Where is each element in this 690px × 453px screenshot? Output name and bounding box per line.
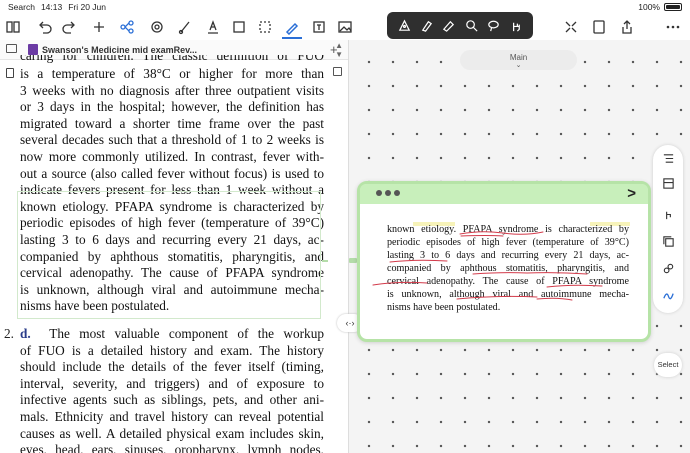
doc-line: should include the details of the fever … (20, 359, 324, 375)
redo-icon[interactable] (60, 18, 78, 36)
touch-tool-icon[interactable] (661, 207, 675, 221)
status-bar: Search 14:13 Fri 20 Jun 100% (0, 0, 690, 14)
link-connector-right (349, 258, 357, 263)
doc-line: causes as well. A detailed physical exam… (20, 425, 324, 441)
shape-icon[interactable] (462, 17, 480, 35)
hand-tool-icon[interactable] (507, 17, 525, 35)
undo-icon[interactable] (36, 18, 54, 36)
chevron-down-icon: ⌄ (515, 62, 522, 69)
doc-line: migrated toward a shorter time frame ove… (20, 115, 324, 131)
pen-icon[interactable] (283, 18, 301, 36)
document-text-item: d. The most valuable component of the wo… (20, 326, 324, 453)
doc-line: out a source (also called fever without … (20, 165, 324, 181)
active-tool-indicator (282, 37, 302, 39)
pdf-file-icon (28, 44, 38, 55)
link-connector-left (322, 260, 328, 262)
card-line: is unknown, although viral and autoimmun… (387, 289, 629, 300)
board-selector[interactable]: Main ⌄ (460, 50, 577, 70)
cut-line: caring for children. The classic definit… (20, 55, 324, 63)
bookmark-icon[interactable] (6, 68, 14, 78)
add-tab-button[interactable]: + (330, 42, 338, 57)
card-line: cervical adenopathy. The cause of PFAPA … (387, 276, 629, 287)
home-icon[interactable] (4, 18, 22, 36)
board-name: Main (509, 53, 528, 62)
doc-line: is a temperature of 38°C or higher for m… (20, 66, 324, 81)
target-icon[interactable] (148, 18, 166, 36)
doc-line: infective agents such as siblings, pets,… (20, 392, 324, 408)
excerpt-card-text: known etiology. PFAPA syndrome is charac… (387, 223, 629, 314)
card-line: lasting 3 to 6 days and recurring every … (387, 250, 629, 261)
link-icon[interactable] (661, 261, 675, 275)
brush-icon[interactable] (176, 18, 194, 36)
frame-icon[interactable] (230, 18, 248, 36)
card-menu-icon[interactable] (376, 190, 400, 196)
fountain-pen-icon[interactable] (395, 17, 413, 35)
doc-line: several decades such that a threshold of… (20, 132, 324, 148)
outline-list-icon[interactable] (661, 151, 675, 165)
eraser-icon[interactable] (440, 17, 458, 35)
battery-icon (664, 3, 682, 11)
textbox-icon[interactable] (310, 18, 328, 36)
date: Fri 20 Jun (68, 2, 107, 12)
doc-line: d. The most valuable component of the wo… (20, 326, 324, 341)
lasso-select-icon[interactable] (484, 17, 502, 35)
select-button[interactable]: Select (654, 353, 682, 377)
battery-percent: 100% (638, 2, 660, 12)
card-line: known etiology. PFAPA syndrome is charac… (387, 224, 629, 235)
share-icon[interactable] (618, 18, 636, 36)
document-title: Swanson's Medicine mid examRev... (42, 44, 198, 55)
doc-line: now more commonly utilized. In contrast,… (20, 148, 324, 164)
card-line: companied by aphthous stomatitis, pharyn… (387, 263, 629, 274)
right-tool-rail (653, 145, 683, 313)
more-icon[interactable] (664, 18, 682, 36)
collapse-icon[interactable] (562, 18, 580, 36)
floating-pen-toolbar (387, 12, 533, 39)
tablet-layout-icon[interactable] (590, 18, 608, 36)
answer-letter: d. (20, 326, 31, 341)
card-line: periodic episodes of high fever (tempera… (387, 237, 629, 248)
doc-line: or 3 days in the hospital; however, the … (20, 99, 324, 115)
doc-line: interval, severity, and triggers) and of… (20, 375, 324, 391)
card-header[interactable]: > (360, 184, 648, 204)
clock: 14:13 (40, 2, 63, 12)
sidebar-toggle-icon[interactable] (6, 44, 17, 53)
squiggle-pen-icon[interactable] (661, 288, 675, 302)
highlighter-icon[interactable] (417, 17, 435, 35)
copy-icon[interactable] (661, 234, 675, 248)
question-number: 2. (4, 326, 14, 341)
chevron-right-icon[interactable]: > (627, 185, 636, 202)
layout-icon[interactable] (661, 176, 675, 190)
linked-excerpt-outline[interactable] (17, 191, 321, 319)
card-line: nisms have been postulated. (387, 302, 501, 313)
doc-line: mals. Ethnicity and travel history can r… (20, 408, 324, 424)
doc-line: of FUO is a detailed history and exam. T… (20, 342, 324, 358)
page-panel-icon[interactable] (333, 67, 342, 76)
doc-line: eyes, head, ears, sinuses, oropharynx, l… (20, 442, 324, 453)
doc-line: 3 weeks with no diagnosis after three ou… (20, 82, 324, 98)
image-icon[interactable] (336, 18, 354, 36)
add-icon[interactable] (90, 18, 108, 36)
back-to-search[interactable]: Search (8, 2, 35, 12)
lasso-icon[interactable] (256, 18, 274, 36)
main-toolbar (0, 14, 690, 40)
mindmap-icon[interactable] (118, 18, 136, 36)
text-underline-icon[interactable] (204, 18, 222, 36)
